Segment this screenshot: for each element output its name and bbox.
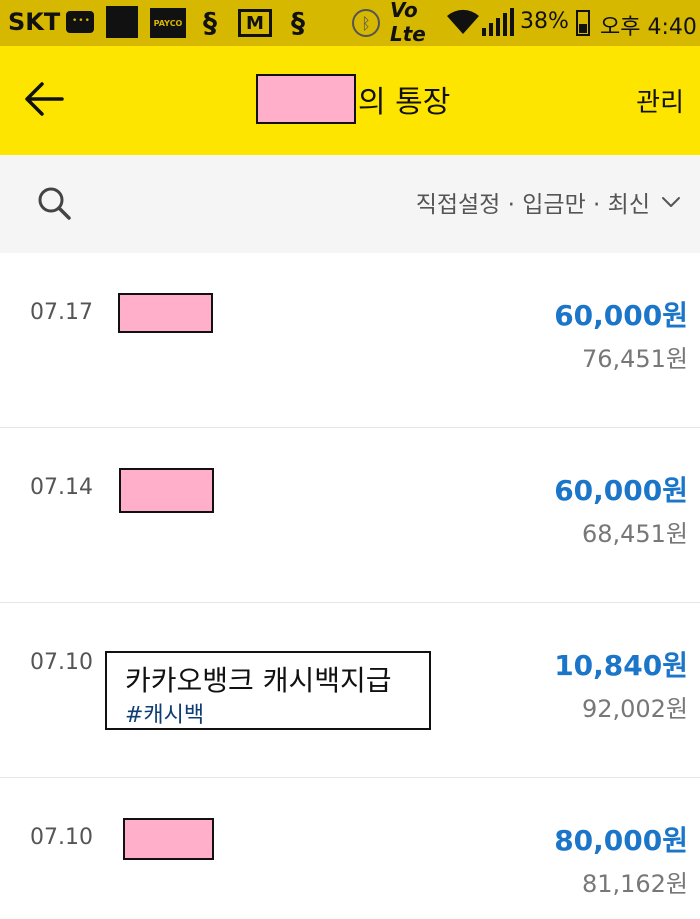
bank-s-icon: § bbox=[291, 5, 305, 39]
transaction-name: 카카오뱅크 캐시백지급 bbox=[125, 664, 392, 697]
page-title-text: 의 통장 bbox=[358, 85, 451, 120]
redacted-transaction-name bbox=[119, 468, 214, 513]
transaction-list: 07.17 60,000원 76,451원 07.14 60,000원 68,4… bbox=[0, 253, 700, 919]
transaction-amount: 60,000원 bbox=[554, 299, 688, 332]
arrow-left-icon bbox=[25, 82, 64, 116]
app-header: 의 통장 관리 bbox=[0, 46, 700, 155]
bluetooth-icon: ᛒ bbox=[352, 9, 380, 37]
search-icon bbox=[38, 187, 71, 220]
transaction-tag: #캐시백 bbox=[125, 703, 205, 728]
redacted-account-owner bbox=[256, 74, 356, 124]
transaction-row[interactable]: 07.17 60,000원 76,451원 bbox=[0, 253, 700, 428]
transaction-balance: 76,451원 bbox=[581, 345, 688, 373]
mail-icon bbox=[238, 9, 272, 37]
transaction-amount: 80,000원 bbox=[554, 824, 688, 857]
transaction-description: 카카오뱅크 캐시백지급 #캐시백 bbox=[105, 651, 431, 730]
redacted-transaction-name bbox=[123, 818, 214, 860]
clock: 오후 4:40 bbox=[600, 15, 697, 40]
chat-icon bbox=[66, 11, 94, 33]
transaction-row[interactable]: 07.10 80,000원 81,162원 bbox=[0, 778, 700, 919]
page-title: 의 통장 bbox=[256, 74, 450, 124]
volte-icon: Vo Lte bbox=[390, 0, 426, 46]
transaction-amount: 10,840원 bbox=[554, 649, 688, 682]
battery-icon bbox=[576, 10, 590, 36]
app-icon bbox=[106, 6, 138, 38]
battery-percent: 38% bbox=[520, 9, 569, 34]
transaction-date: 07.10 bbox=[30, 650, 93, 675]
back-button[interactable] bbox=[22, 76, 68, 122]
transaction-date: 07.17 bbox=[30, 300, 93, 325]
search-button[interactable] bbox=[36, 185, 74, 223]
signal-icon bbox=[482, 8, 514, 36]
transaction-balance: 92,002원 bbox=[581, 695, 688, 723]
filter-bar: 직접설정 · 입금만 · 최신 bbox=[0, 155, 700, 253]
manage-button[interactable]: 관리 bbox=[636, 82, 684, 119]
status-bar: SKT PAYCO § § ᛒ Vo Lte 38% 오후 4:40 bbox=[0, 0, 700, 46]
transaction-row[interactable]: 07.14 60,000원 68,451원 bbox=[0, 428, 700, 603]
transaction-amount: 60,000원 bbox=[554, 474, 688, 507]
chevron-down-icon bbox=[662, 197, 680, 207]
redacted-transaction-name bbox=[118, 293, 213, 333]
bank-s-icon: § bbox=[203, 5, 217, 39]
transaction-balance: 68,451원 bbox=[581, 520, 688, 548]
carrier-label: SKT bbox=[8, 8, 61, 36]
transaction-date: 07.10 bbox=[30, 825, 93, 850]
wifi-icon bbox=[446, 6, 480, 38]
filter-label: 직접설정 · 입금만 · 최신 bbox=[415, 192, 650, 218]
transaction-row[interactable]: 07.10 카카오뱅크 캐시백지급 #캐시백 10,840원 92,002원 bbox=[0, 603, 700, 778]
transaction-date: 07.14 bbox=[30, 475, 93, 500]
filter-dropdown[interactable]: 직접설정 · 입금만 · 최신 bbox=[416, 185, 682, 219]
payco-icon: PAYCO bbox=[150, 8, 186, 38]
transaction-balance: 81,162원 bbox=[581, 870, 688, 898]
